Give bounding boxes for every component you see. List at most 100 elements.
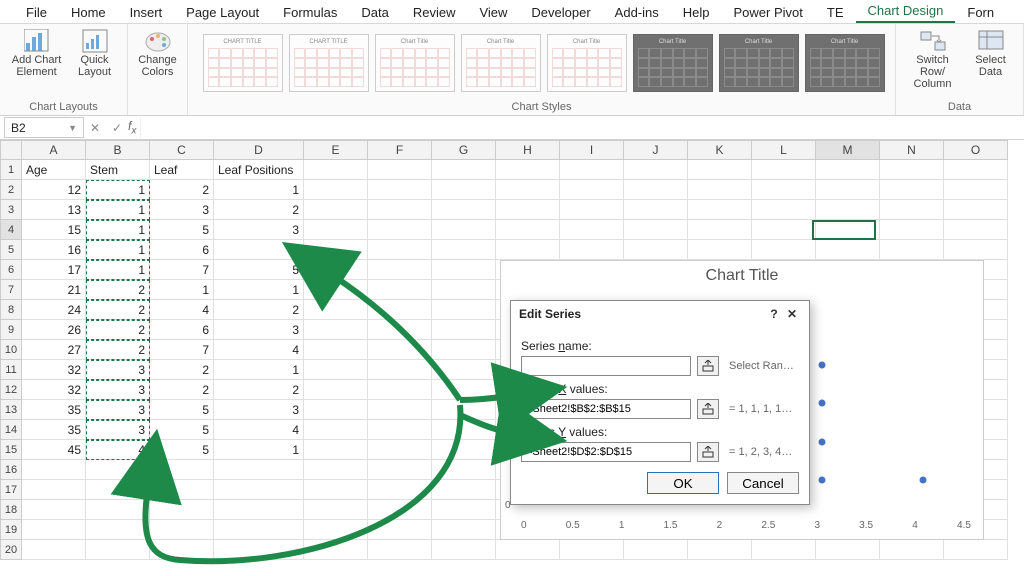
cell[interactable] — [150, 520, 214, 540]
cell[interactable] — [368, 240, 432, 260]
cell[interactable]: 1 — [214, 440, 304, 460]
cell[interactable] — [432, 260, 496, 280]
cell[interactable]: 3 — [150, 200, 214, 220]
ok-button[interactable]: OK — [647, 472, 719, 494]
cell[interactable] — [560, 240, 624, 260]
cell[interactable]: 5 — [214, 260, 304, 280]
series-x-input[interactable] — [521, 399, 691, 419]
data-point[interactable] — [819, 400, 826, 407]
cell[interactable] — [86, 460, 150, 480]
column-header[interactable]: K — [688, 140, 752, 160]
cell[interactable] — [22, 500, 86, 520]
cell[interactable] — [432, 200, 496, 220]
cell[interactable] — [86, 480, 150, 500]
row-header[interactable]: 20 — [0, 540, 22, 560]
cell[interactable] — [304, 540, 368, 560]
cell[interactable] — [368, 320, 432, 340]
cell[interactable] — [944, 220, 1008, 240]
ribbon-tab-te[interactable]: TE — [815, 2, 856, 23]
cell[interactable] — [432, 160, 496, 180]
column-header[interactable]: D — [214, 140, 304, 160]
cell[interactable] — [368, 160, 432, 180]
cell[interactable]: 13 — [22, 200, 86, 220]
cell[interactable] — [752, 220, 816, 240]
help-icon[interactable]: ? — [765, 307, 783, 321]
ribbon-tab-chart-design[interactable]: Chart Design — [856, 0, 956, 23]
cell[interactable] — [432, 300, 496, 320]
row-header[interactable]: 19 — [0, 520, 22, 540]
cell[interactable] — [880, 540, 944, 560]
cell[interactable] — [214, 540, 304, 560]
cell[interactable] — [432, 480, 496, 500]
cell[interactable] — [624, 540, 688, 560]
cell[interactable] — [368, 460, 432, 480]
cell[interactable]: 5 — [150, 420, 214, 440]
cell[interactable]: 12 — [22, 180, 86, 200]
cell[interactable] — [432, 380, 496, 400]
quick-layout-button[interactable]: Quick Layout — [72, 28, 118, 78]
cell[interactable] — [368, 200, 432, 220]
cell[interactable]: 4 — [86, 440, 150, 460]
column-header[interactable]: C — [150, 140, 214, 160]
ribbon-tab-forn[interactable]: Forn — [955, 2, 1006, 23]
cell[interactable] — [304, 200, 368, 220]
cell[interactable] — [368, 260, 432, 280]
cell[interactable]: 16 — [22, 240, 86, 260]
ribbon-tab-add-ins[interactable]: Add-ins — [603, 2, 671, 23]
cell[interactable] — [368, 400, 432, 420]
collapse-range-icon[interactable] — [697, 442, 719, 462]
fx-icon[interactable]: fx — [128, 119, 140, 136]
cell[interactable]: 3 — [214, 220, 304, 240]
cell[interactable]: 1 — [214, 180, 304, 200]
cell[interactable] — [86, 500, 150, 520]
row-header[interactable]: 2 — [0, 180, 22, 200]
row-header[interactable]: 5 — [0, 240, 22, 260]
cell[interactable]: 17 — [22, 260, 86, 280]
cell[interactable]: 32 — [22, 380, 86, 400]
cell[interactable] — [560, 160, 624, 180]
cell[interactable] — [304, 380, 368, 400]
cell[interactable] — [368, 420, 432, 440]
cell[interactable]: 1 — [86, 180, 150, 200]
cell[interactable]: 32 — [22, 360, 86, 380]
row-header[interactable]: 18 — [0, 500, 22, 520]
name-box[interactable]: B2▼ — [4, 117, 84, 138]
cell[interactable] — [752, 240, 816, 260]
column-header[interactable]: G — [432, 140, 496, 160]
cell[interactable] — [496, 180, 560, 200]
cell[interactable] — [816, 200, 880, 220]
cell[interactable] — [432, 400, 496, 420]
cell[interactable] — [304, 520, 368, 540]
cell[interactable] — [496, 220, 560, 240]
cell[interactable] — [304, 160, 368, 180]
cell[interactable] — [304, 340, 368, 360]
ribbon-tab-review[interactable]: Review — [401, 2, 468, 23]
cell[interactable] — [624, 160, 688, 180]
cell[interactable] — [560, 220, 624, 240]
cell[interactable]: 1 — [150, 280, 214, 300]
cell[interactable]: 3 — [86, 400, 150, 420]
row-header[interactable]: 1 — [0, 160, 22, 180]
cell[interactable] — [496, 200, 560, 220]
column-header[interactable]: A — [22, 140, 86, 160]
cell[interactable] — [214, 520, 304, 540]
row-header[interactable]: 10 — [0, 340, 22, 360]
cell[interactable] — [304, 460, 368, 480]
cell[interactable]: 2 — [86, 340, 150, 360]
cell[interactable] — [432, 340, 496, 360]
cell[interactable] — [214, 480, 304, 500]
cell[interactable] — [368, 280, 432, 300]
cell[interactable]: 3 — [86, 360, 150, 380]
column-header[interactable]: I — [560, 140, 624, 160]
cell[interactable] — [688, 540, 752, 560]
cell[interactable] — [432, 360, 496, 380]
column-header[interactable]: L — [752, 140, 816, 160]
collapse-range-icon[interactable] — [697, 399, 719, 419]
cell[interactable] — [688, 220, 752, 240]
data-point[interactable] — [819, 438, 826, 445]
cell[interactable] — [432, 540, 496, 560]
cell[interactable]: 35 — [22, 420, 86, 440]
cell[interactable]: 6 — [150, 240, 214, 260]
cell[interactable] — [432, 240, 496, 260]
cell[interactable]: 7 — [150, 260, 214, 280]
